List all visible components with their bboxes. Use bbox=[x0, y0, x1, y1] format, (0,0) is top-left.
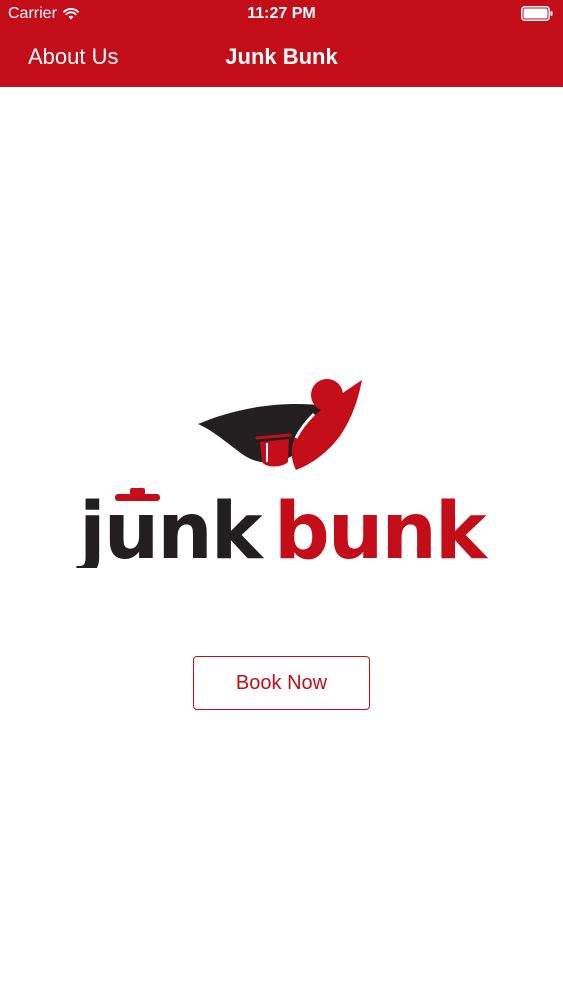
app-header: Carrier 11:27 PM About Us Junk Bunk bbox=[0, 0, 563, 87]
status-time: 11:27 PM bbox=[247, 5, 316, 22]
junkbunk-logo: junk bunk bbox=[76, 379, 490, 568]
logo-word-bunk: bunk bbox=[274, 487, 489, 568]
logo-word-junk: junk bbox=[76, 487, 265, 568]
battery-icon bbox=[521, 6, 553, 21]
nav-bar: About Us Junk Bunk bbox=[0, 30, 563, 87]
page-title: Junk Bunk bbox=[225, 44, 338, 69]
status-bar: Carrier 11:27 PM bbox=[0, 0, 563, 30]
book-now-button[interactable]: Book Now bbox=[193, 656, 370, 710]
